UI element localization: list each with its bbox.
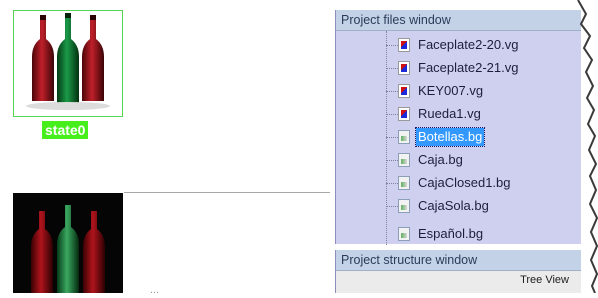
torn-edge bbox=[577, 0, 598, 293]
